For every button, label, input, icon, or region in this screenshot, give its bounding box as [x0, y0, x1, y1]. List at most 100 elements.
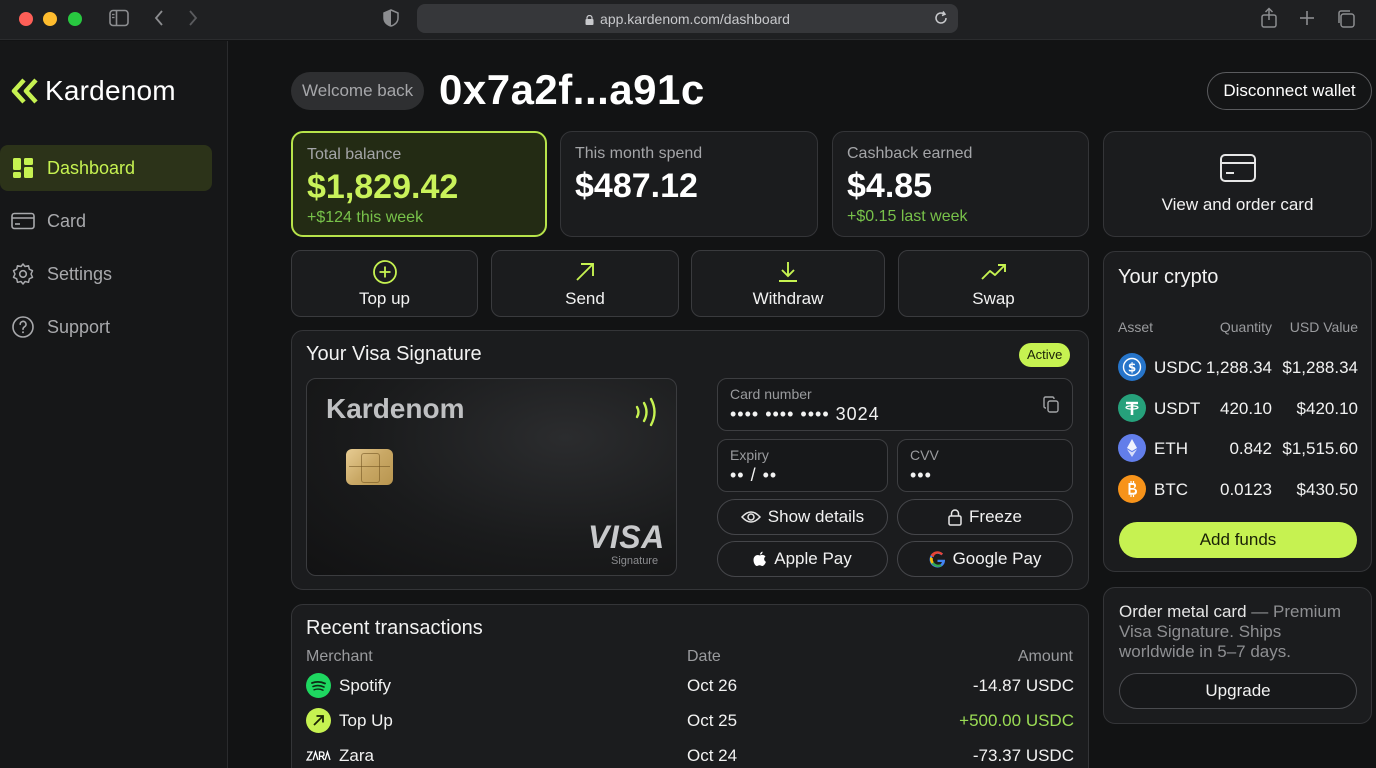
card-number-value: •••• •••• •••• 3024 — [730, 404, 880, 424]
sidebar-item-support[interactable]: Support — [0, 304, 212, 350]
transaction-amount: -73.37 USDC — [972, 746, 1074, 765]
expiry-field: Expiry •• / •• — [717, 439, 888, 492]
address-bar[interactable]: app.kardenom.com/dashboard — [417, 4, 958, 33]
google-pay-button[interactable]: Google Pay — [897, 541, 1073, 577]
visa-section-title: Your Visa Signature — [306, 343, 482, 365]
chip-icon — [346, 449, 393, 485]
sidebar-item-label: Card — [47, 210, 87, 231]
crypto-row[interactable]: USDT 420.10 $420.10 — [1118, 393, 1358, 423]
transaction-date: Oct 26 — [687, 676, 738, 695]
card-icon — [1219, 154, 1256, 182]
action-label: Send — [565, 288, 605, 308]
zara-logo-icon — [306, 743, 331, 768]
usdt-icon — [1118, 394, 1146, 422]
merchant-name: Spotify — [339, 676, 391, 695]
card-icon — [11, 209, 35, 233]
sidebar-toggle-icon[interactable] — [109, 9, 129, 27]
close-window-button[interactable] — [19, 12, 33, 26]
share-icon[interactable] — [1260, 7, 1278, 29]
apple-pay-button[interactable]: Apple Pay — [717, 541, 888, 577]
new-tab-icon[interactable] — [1298, 9, 1316, 27]
sidebar-item-label: Dashboard — [47, 157, 136, 178]
transaction-amount: -14.87 USDC — [972, 676, 1074, 695]
table-row[interactable]: Top Up Oct 25 +500.00 USDC — [306, 705, 1074, 737]
card-preview: Kardenom VISA Signature — [306, 378, 677, 576]
crypto-row[interactable]: BTC 0.0123 $430.50 — [1118, 474, 1358, 504]
asset-usd-value: $420.10 — [1296, 399, 1358, 418]
asset-symbol: USDC — [1154, 358, 1203, 377]
minimize-window-button[interactable] — [43, 12, 57, 26]
card-number-field: Card number •••• •••• •••• 3024 — [717, 378, 1073, 431]
button-label: Apple Pay — [774, 549, 852, 568]
top-up-button[interactable]: Top up — [291, 250, 478, 317]
stat-value: $487.12 — [575, 167, 698, 205]
sidebar-item-card[interactable]: Card — [0, 198, 212, 244]
swap-button[interactable]: Swap — [898, 250, 1089, 317]
sidebar-item-dashboard[interactable]: Dashboard — [0, 145, 212, 191]
download-icon — [779, 261, 797, 282]
column-header-asset: Asset — [1118, 319, 1154, 335]
tab-overview-icon[interactable] — [1336, 9, 1356, 29]
privacy-shield-icon[interactable] — [383, 9, 399, 27]
asset-quantity: 1,288.34 — [1205, 358, 1272, 377]
transaction-date: Oct 24 — [687, 746, 738, 765]
show-details-button[interactable]: Show details — [717, 499, 888, 535]
eye-icon — [740, 510, 761, 524]
apple-icon — [753, 551, 767, 567]
trend-icon — [980, 263, 1006, 280]
help-icon — [11, 315, 35, 339]
freeze-button[interactable]: Freeze — [897, 499, 1073, 535]
asset-symbol: USDT — [1154, 399, 1201, 418]
svg-text:$: $ — [1128, 361, 1136, 375]
sidebar-item-settings[interactable]: Settings — [0, 251, 212, 297]
withdraw-button[interactable]: Withdraw — [691, 250, 885, 317]
back-icon[interactable] — [153, 9, 165, 27]
action-label: Top up — [358, 288, 411, 308]
merchant-name: Top Up — [339, 711, 393, 730]
disconnect-wallet-button[interactable]: Disconnect wallet — [1207, 72, 1372, 110]
stat-change: +$124 this week — [307, 209, 424, 226]
expiry-value: •• / •• — [730, 465, 778, 485]
crypto-row[interactable]: ETH 0.842 $1,515.60 — [1118, 433, 1358, 463]
status-badge: Active — [1019, 343, 1071, 367]
asset-quantity: 420.10 — [1220, 399, 1272, 418]
sidebar: Kardenom Dashboard Card Settings Support — [0, 41, 228, 768]
sidebar-item-label: Support — [47, 316, 111, 337]
add-funds-button[interactable]: Add funds — [1119, 522, 1357, 558]
view-order-card-button[interactable]: View and order card — [1103, 131, 1372, 237]
lock-icon — [948, 508, 962, 526]
copy-icon[interactable] — [1043, 396, 1059, 413]
table-row[interactable]: Spotify Oct 26 -14.87 USDC — [306, 670, 1074, 702]
cvv-field: CVV ••• — [897, 439, 1073, 492]
stat-label: Cashback earned — [847, 145, 973, 162]
transaction-amount: +500.00 USDC — [959, 711, 1074, 730]
lock-icon — [585, 15, 594, 25]
total-balance-card: Total balance $1,829.42 +$124 this week — [291, 131, 547, 237]
crypto-row[interactable]: $ USDC 1,288.34 $1,288.34 — [1118, 352, 1358, 382]
column-header-date: Date — [687, 648, 721, 665]
brand-name: Kardenom — [45, 75, 176, 106]
asset-usd-value: $1,515.60 — [1282, 439, 1358, 458]
wallet-address: 0x7a2f...a91c — [439, 66, 705, 113]
reload-icon[interactable] — [933, 10, 949, 31]
button-label: Google Pay — [952, 549, 1042, 568]
button-label: Show details — [767, 507, 865, 526]
crypto-title: Your crypto — [1118, 266, 1219, 288]
metal-card-text: Order metal card — Premium Visa Signatur… — [1119, 602, 1359, 662]
action-label: Withdraw — [752, 288, 824, 308]
upgrade-button[interactable]: Upgrade — [1119, 673, 1357, 709]
usdc-icon: $ — [1118, 353, 1146, 381]
asset-symbol: ETH — [1154, 439, 1188, 458]
stat-value: $1,829.42 — [307, 168, 459, 206]
cashback-card: Cashback earned $4.85 +$0.15 last week — [832, 131, 1089, 237]
view-card-label: View and order card — [1161, 195, 1314, 214]
asset-quantity: 0.0123 — [1220, 480, 1272, 499]
forward-icon[interactable] — [187, 9, 199, 27]
field-label: Expiry — [730, 447, 769, 463]
zoom-window-button[interactable] — [68, 12, 82, 26]
column-header-usd-value: USD Value — [1289, 319, 1358, 335]
send-button[interactable]: Send — [491, 250, 679, 317]
asset-symbol: BTC — [1154, 480, 1188, 499]
table-row[interactable]: Zara Oct 24 -73.37 USDC — [306, 740, 1074, 768]
brand-logo[interactable]: Kardenom — [11, 74, 176, 108]
